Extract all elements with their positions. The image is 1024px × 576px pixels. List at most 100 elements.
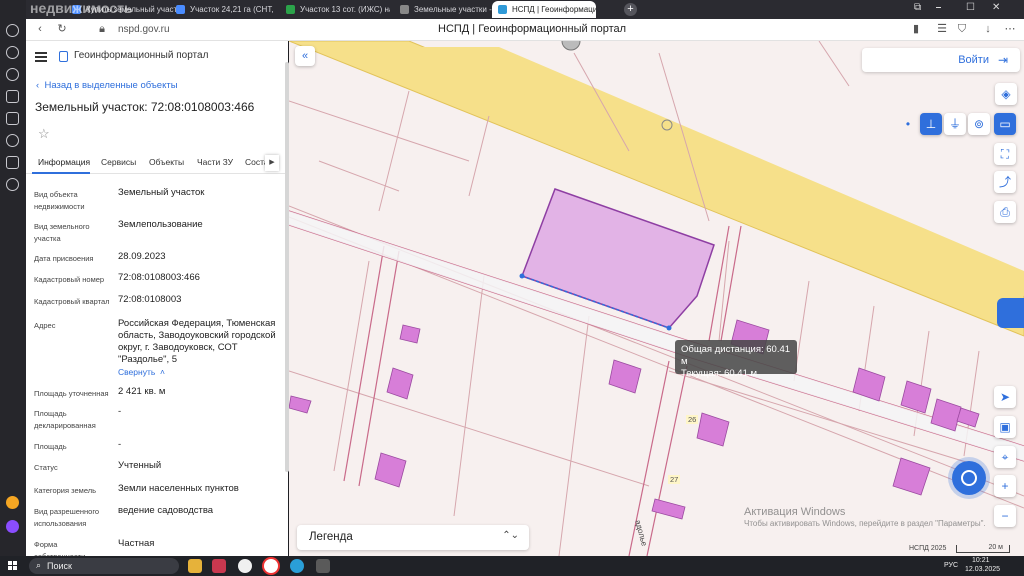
windows-activation-title: Активация Windows [744,506,846,518]
row-value: 72:08:0108003:466 [118,272,200,283]
login-button[interactable]: Войти ⇥ [862,48,1020,72]
legend-dropdown[interactable]: Легенда ⌃⌄ [297,525,529,550]
tab-services[interactable]: Сервисы [101,157,136,167]
collapse-address-link[interactable]: Свернуть ˄ [118,367,165,377]
chevron-up-icon: ˄ [155,367,165,377]
measure-radius-icon[interactable]: ⊚ [968,113,990,135]
select-area-icon[interactable]: ⛶ [994,143,1016,165]
measure-end-point[interactable] [666,325,672,331]
row-label: Статус [34,463,58,472]
tab-label: Участок 24,21 га (СНТ, ДН [190,5,275,14]
dock-alice-icon[interactable] [6,520,19,533]
close-tab-icon[interactable]: × [586,1,591,18]
row-value: Учтенный [118,460,162,471]
row-value: 2 421 кв. м [118,386,166,397]
map-view[interactable]: « Войти ⇥ ◈ • ⊥ ⏚ ⊚ ▭ ⛶ ⤴ ⎙ ➤ ▣ ⌖ + − Об… [289,41,1024,556]
row-label: Площадь декларированная [34,409,96,430]
downloads-icon[interactable]: ↓ [982,23,994,35]
clock-time[interactable]: 10:21 [972,557,990,564]
row-label: Площадь уточненная [34,389,109,398]
app-icon[interactable] [316,559,330,573]
chat-assistant-button[interactable] [952,461,986,495]
row-value: ведение садоводства [118,505,214,516]
zoom-in-icon[interactable]: + [994,475,1016,497]
extensions-icon[interactable]: ☰ [936,23,948,35]
dock-play-icon[interactable] [6,68,19,81]
tab-4[interactable]: Земельные участки - Reali [394,1,494,18]
tab-parts[interactable]: Части ЗУ [197,157,233,167]
dock-app-icon[interactable] [6,90,19,103]
house-number: 27 [668,475,681,484]
tab-5-active[interactable]: НСПД | Геоинформацио × [492,1,596,18]
zoom-out-icon[interactable]: − [994,505,1016,527]
hamburger-menu-icon[interactable] [35,52,47,62]
point-tool-icon[interactable]: • [897,113,919,135]
dock-mail-icon[interactable] [6,112,19,125]
windows-activation-text: Чтобы активировать Windows, перейдите в … [744,519,986,528]
tab-objects[interactable]: Объекты [149,157,184,167]
menu-icon[interactable]: ⋯ [1004,23,1016,35]
bookmark-icon[interactable]: ▮ [910,23,922,35]
overlay-watermark: недвижимость [30,0,133,16]
share-icon[interactable]: ⤴ [994,171,1016,193]
back-to-selected-link[interactable]: ‹ Назад в выделенные объекты [36,80,178,91]
new-tab-button[interactable]: + [624,3,637,16]
measure-area-icon[interactable]: ⏚ [944,113,966,135]
language-indicator[interactable]: РУС [944,562,958,569]
tabs-scroll-right-icon[interactable]: ▶ [265,155,279,171]
row-label: Адрес [34,321,56,330]
tab-label: НСПД | Геоинформацио [512,5,596,14]
row-label: Вид земельного участка [34,222,90,243]
row-label: Кадастровый номер [34,275,105,284]
back-link-label: Назад в выделенные объекты [44,80,178,91]
tab-label: Участок 13 сот. (ИЖС) на [300,5,390,14]
taskbar-search[interactable]: ⌕ Поиск [29,558,179,574]
dock-clock-icon[interactable] [6,46,19,59]
tab-3[interactable]: Участок 13 сот. (ИЖС) на [280,1,390,18]
dock-music-icon[interactable] [6,178,19,191]
back-icon[interactable]: ‹ [34,23,46,35]
row-value: Земли населенных пунктов [118,483,239,494]
row-label: Площадь [34,442,67,451]
feedback-tab-icon[interactable] [997,298,1024,328]
measure-distance-icon[interactable]: ⊥ [920,113,942,135]
search-location-icon[interactable]: ⌖ [994,446,1016,468]
start-icon[interactable] [8,561,18,571]
tab-2[interactable]: Участок 24,21 га (СНТ, ДН [170,1,275,18]
collapse-panel-button[interactable]: « [295,46,315,66]
files-app-icon[interactable] [188,559,202,573]
dock-video-icon[interactable] [6,134,19,147]
measure-tooltip: Общая дистанция: 60.41 м Текущая: 60.41 … [675,340,797,379]
dock-history-icon[interactable] [6,24,19,37]
print-icon[interactable]: ⎙ [994,201,1016,223]
url-field[interactable]: nspd.gov.ru [118,24,170,35]
locate-icon[interactable]: ➤ [994,386,1016,408]
measure-current: Текущая: 60.41 м [681,368,758,379]
yandex-app-icon[interactable] [238,559,252,573]
scale-bar: 20 м [956,544,1010,553]
calendar-app-icon[interactable] [212,559,226,573]
dock-chat-icon[interactable] [6,156,19,169]
parcel-title: Земельный участок: 72:08:0108003:466 [35,100,255,114]
tab-info[interactable]: Информация [38,157,90,167]
tab-bar: Купить земельный участ Участок 24,21 га … [26,0,1024,19]
left-dock [0,0,26,556]
telegram-app-icon[interactable] [290,559,304,573]
reload-icon[interactable]: ↻ [56,23,68,35]
layers-icon[interactable]: ◈ [995,83,1017,105]
protect-icon[interactable]: ⛉ [956,23,968,35]
clock-date[interactable]: 12.03.2025 [965,566,1000,573]
screen: Купить земельный участ Участок 24,21 га … [0,0,1024,576]
yandex-browser-app-icon[interactable] [264,559,278,573]
row-label: Дата присвоения [34,254,94,263]
ruler-icon[interactable]: ▭ [994,113,1016,135]
minimap-icon[interactable]: ▣ [994,416,1016,438]
minimize-icon[interactable]: ⎯ [936,2,941,13]
dock-shop-icon[interactable] [6,496,19,509]
favorite-star-icon[interactable]: ☆ [38,126,50,142]
measure-start-point[interactable] [519,273,525,279]
close-window-icon[interactable]: ✕ [992,2,1000,13]
address-bar: ‹ ↻ 🔒︎ nspd.gov.ru НСПД | Геоинформацион… [26,19,1024,41]
maximize-icon[interactable]: ☐ [966,2,975,13]
collections-icon[interactable]: ⧉ [914,2,921,13]
